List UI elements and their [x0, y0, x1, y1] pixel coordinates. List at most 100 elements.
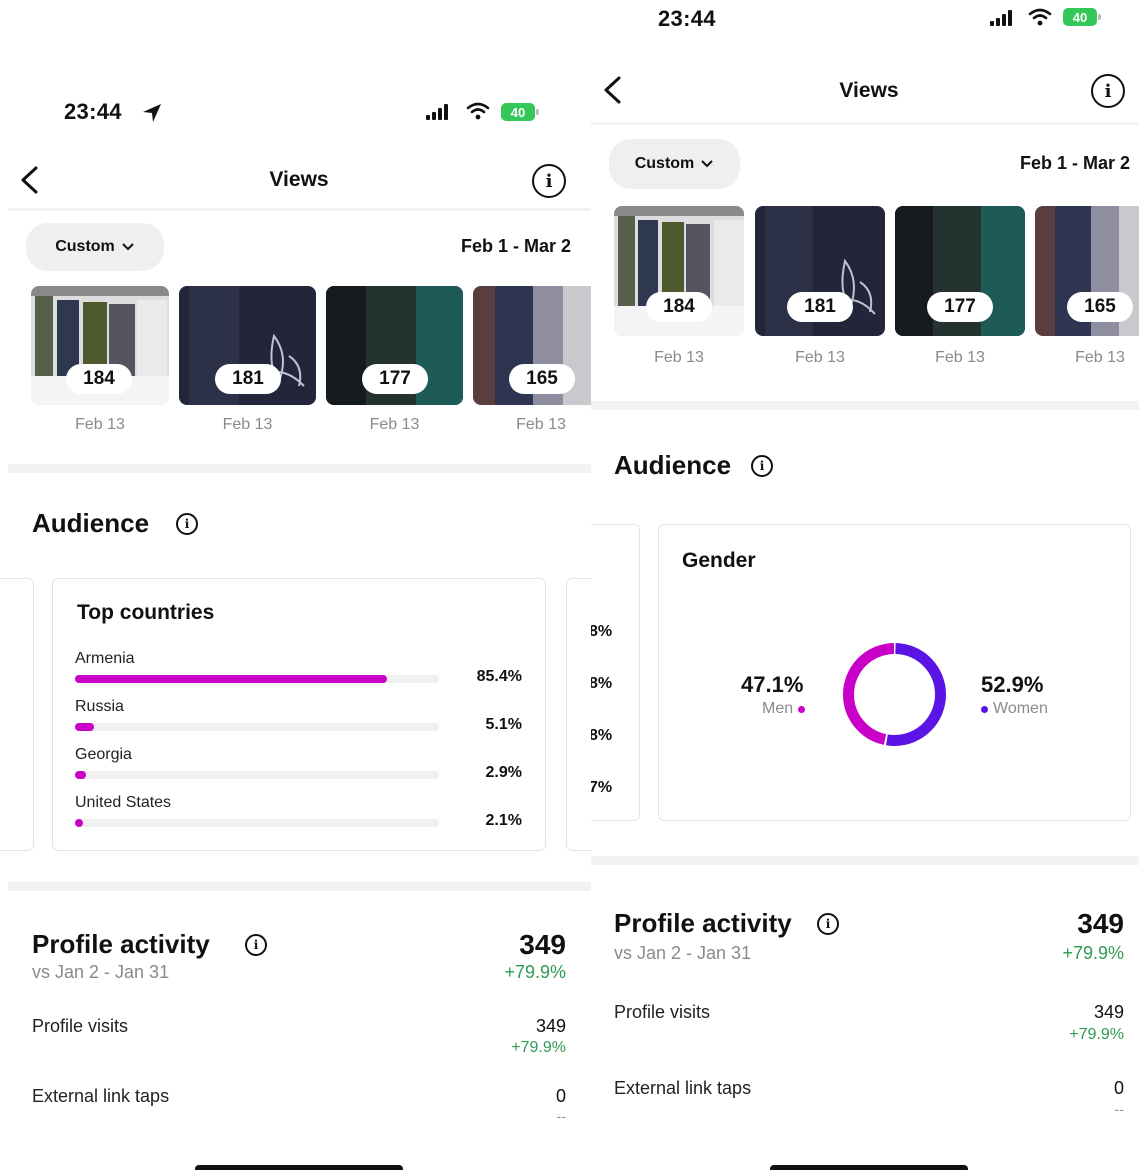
page-title: Views	[269, 168, 329, 191]
country-percent: 2.1%	[485, 812, 522, 829]
audience-card-prev	[0, 578, 34, 851]
view-count-badge: 177	[927, 292, 993, 322]
view-count-badge: 181	[787, 292, 853, 322]
thumbnail-date: Feb 13	[516, 416, 566, 433]
thumbnail-date: Feb 13	[654, 349, 704, 366]
country-bar-track	[75, 723, 439, 731]
status-time: 23:44	[64, 99, 122, 124]
country-bar-fill	[75, 771, 86, 779]
info-icon[interactable]: i	[817, 913, 839, 935]
audience-title: Audience	[614, 450, 732, 480]
external-link-taps-label: External link taps	[614, 1078, 752, 1098]
right-screen: 23:44 40 Views i Custom Feb 1 - Mar 2 18…	[591, 0, 1139, 1170]
country-percent: 2.9%	[485, 764, 522, 781]
side-percent: 7%	[591, 779, 613, 796]
post-thumbnail[interactable]: 177	[326, 286, 463, 405]
side-percent: 8%	[591, 675, 613, 692]
custom-filter-label: Custom	[55, 238, 115, 255]
section-divider	[591, 401, 1139, 410]
post-thumbnail[interactable]: 165	[1035, 206, 1139, 336]
left-screen: 23:44 40 Views i Custom Feb 1 - Mar 2 18…	[0, 0, 591, 1170]
compare-range: vs Jan 2 - Jan 31	[32, 962, 170, 982]
external-link-taps-change: --	[556, 1108, 566, 1124]
post-thumbnail[interactable]: 177	[895, 206, 1025, 336]
profile-activity-total: 349	[1077, 908, 1124, 939]
status-time: 23:44	[658, 6, 716, 31]
country-percent: 5.1%	[485, 716, 522, 733]
wifi-icon	[1028, 8, 1052, 26]
thumbnail-date: Feb 13	[1075, 349, 1125, 366]
audience-title: Audience	[32, 508, 150, 538]
section-divider	[8, 882, 591, 891]
nav-divider	[8, 208, 591, 211]
custom-filter-button[interactable]: Custom	[26, 223, 164, 271]
country-bar-track	[75, 675, 439, 683]
post-thumbnail[interactable]: 181	[755, 206, 885, 336]
chevron-down-icon	[701, 160, 713, 168]
info-icon[interactable]: i	[1091, 74, 1125, 108]
battery-icon: 40	[501, 103, 535, 121]
location-arrow-icon	[143, 104, 161, 122]
country-name: Russia	[75, 698, 124, 715]
profile-activity-title: Profile activity	[32, 929, 210, 959]
thumbnail-date: Feb 13	[222, 416, 273, 433]
post-thumbnail[interactable]: 184	[614, 206, 744, 336]
view-count-badge: 177	[362, 364, 428, 394]
info-icon[interactable]: i	[532, 164, 566, 198]
audience-card-next	[566, 578, 591, 851]
profile-activity-title: Profile activity	[614, 908, 792, 938]
info-icon[interactable]: i	[751, 455, 773, 477]
view-count-badge: 184	[66, 364, 132, 394]
wifi-icon	[466, 102, 490, 120]
profile-activity-total: 349	[519, 929, 566, 960]
home-indicator[interactable]	[195, 1165, 403, 1170]
women-legend: Women	[981, 700, 1048, 718]
info-icon[interactable]: i	[176, 513, 198, 535]
country-name: Georgia	[75, 746, 132, 763]
external-link-taps-change: --	[1114, 1101, 1124, 1117]
profile-activity-change: +79.9%	[1062, 943, 1124, 963]
custom-filter-label: Custom	[634, 155, 695, 172]
country-percent: 85.4%	[476, 668, 522, 685]
view-count-badge: 165	[1067, 292, 1133, 322]
men-percent: 47.1%	[741, 672, 804, 697]
men-label: Men	[762, 700, 794, 717]
section-divider	[8, 464, 591, 473]
country-name: United States	[75, 794, 172, 811]
side-percent: 8%	[591, 623, 613, 640]
men-legend: Men	[762, 700, 806, 718]
view-count-badge: 165	[509, 364, 575, 394]
post-thumbnail[interactable]: 165	[473, 286, 591, 405]
country-bar-fill	[75, 675, 388, 683]
country-bar-track	[75, 771, 439, 779]
audience-card-prev	[591, 524, 640, 821]
custom-filter-button[interactable]: Custom	[609, 139, 740, 189]
post-thumbnail[interactable]: 181	[179, 286, 316, 405]
section-divider	[591, 856, 1139, 865]
men-dot	[798, 705, 806, 713]
country-bar-track	[75, 819, 439, 827]
profile-visits-label: Profile visits	[32, 1016, 129, 1036]
view-count-badge: 181	[215, 364, 281, 394]
country-name: Armenia	[75, 650, 135, 667]
battery-icon: 40	[1063, 8, 1097, 26]
home-indicator[interactable]	[770, 1165, 968, 1170]
signal-icon	[426, 104, 448, 120]
chevron-down-icon	[122, 243, 134, 251]
external-link-taps-value: 0	[1113, 1078, 1124, 1098]
gender-donut-chart	[843, 643, 946, 746]
profile-visits-value: 349	[1093, 1002, 1124, 1022]
top-countries-title: Top countries	[77, 601, 215, 624]
profile-visits-value: 349	[535, 1016, 566, 1036]
women-dot	[981, 705, 988, 713]
profile-visits-change: +79.9%	[511, 1039, 566, 1056]
external-link-taps-value: 0	[555, 1086, 566, 1106]
view-count-badge: 184	[646, 292, 712, 322]
side-percent: 8%	[591, 727, 613, 744]
thumbnail-date: Feb 13	[795, 349, 845, 366]
info-icon[interactable]: i	[245, 934, 267, 956]
post-thumbnail[interactable]: 184	[31, 286, 169, 405]
battery-cap	[1098, 14, 1101, 20]
thumbnail-date: Feb 13	[75, 416, 125, 433]
profile-activity-change: +79.9%	[504, 962, 566, 982]
